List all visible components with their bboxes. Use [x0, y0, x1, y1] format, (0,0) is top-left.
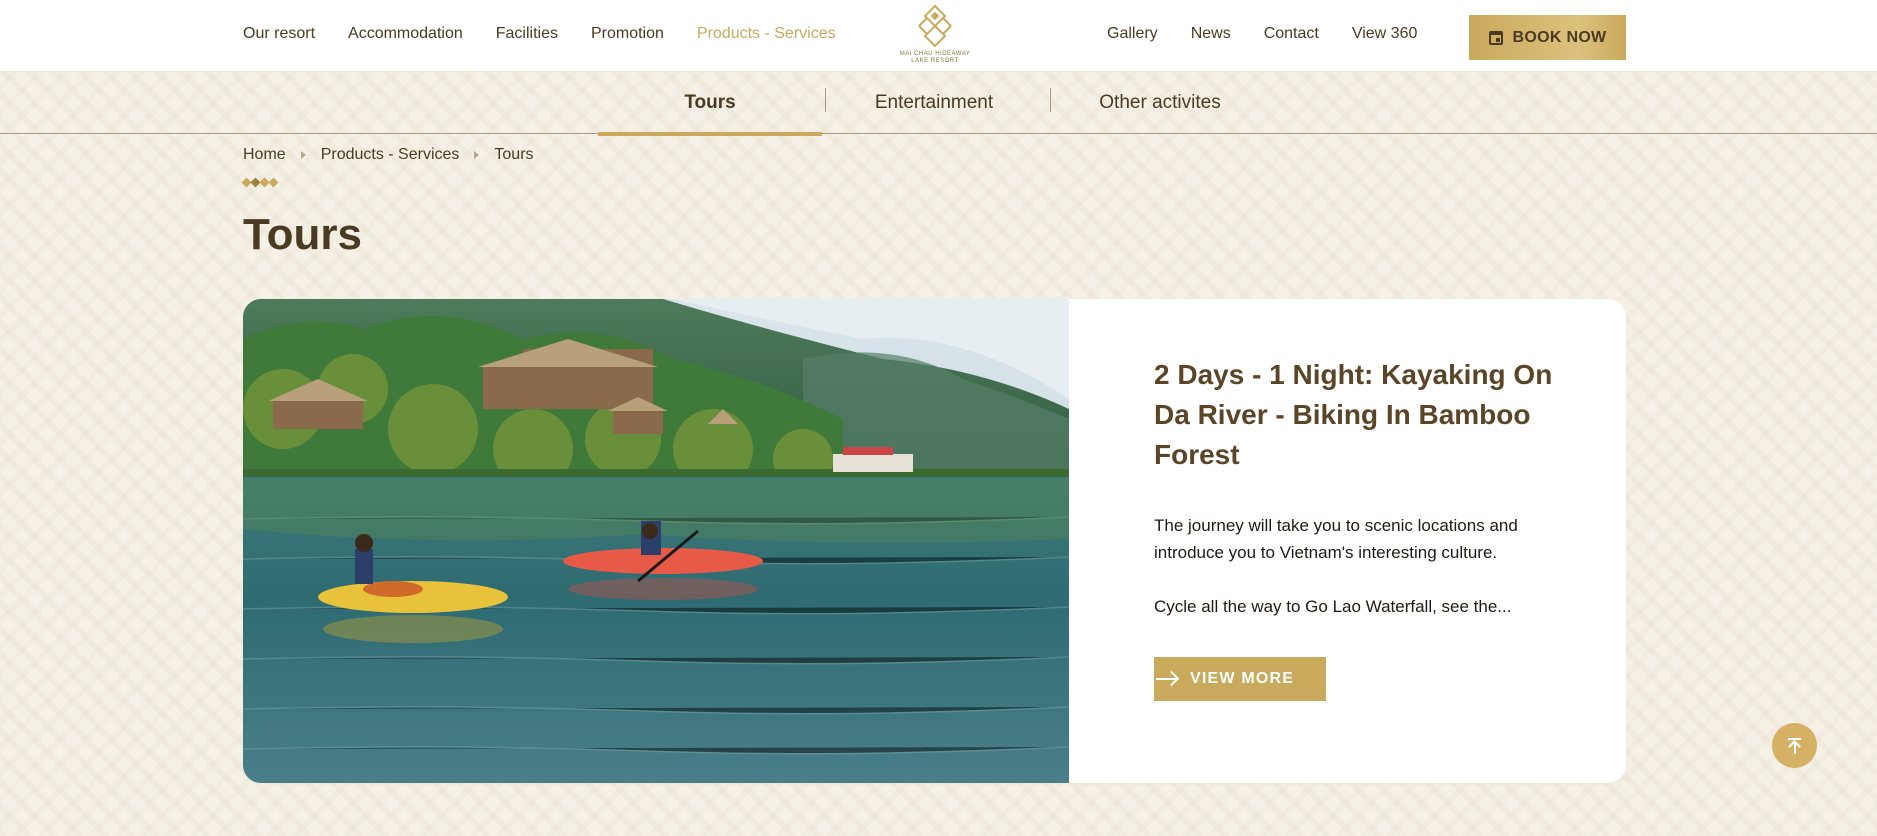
breadcrumb-home[interactable]: Home — [243, 146, 286, 164]
tour-description-more: Cycle all the way to Go Lao Waterfall, s… — [1154, 597, 1512, 616]
logo-line-1: MAI CHAU HIDEAWAY — [899, 51, 971, 57]
logo-text: MAI CHAU HIDEAWAY LAKE RESORT — [900, 51, 971, 65]
tab-other-activities[interactable]: Other activites — [1048, 72, 1272, 134]
view-more-button[interactable]: VIEW MORE — [1154, 657, 1326, 701]
book-now-label: BOOK NOW — [1512, 28, 1607, 46]
main-nav-right: Gallery News Contact View 360 — [1107, 0, 1450, 68]
logo-mark-icon — [918, 4, 952, 48]
breadcrumb-products-services[interactable]: Products - Services — [321, 146, 460, 164]
sub-tabs: Tours Entertainment Other activites — [0, 72, 1877, 136]
decorative-diamonds-icon — [241, 177, 279, 188]
tab-tours[interactable]: Tours — [598, 72, 822, 136]
nav-item-promotion[interactable]: Promotion — [591, 25, 664, 43]
arrow-right-icon — [1154, 671, 1178, 687]
nav-item-products-services[interactable]: Products - Services — [697, 25, 836, 43]
tour-title[interactable]: 2 Days - 1 Night: Kayaking On Da River -… — [1154, 355, 1554, 475]
scroll-to-top-button[interactable] — [1772, 723, 1817, 768]
logo-line-2: LAKE RESORT — [911, 58, 959, 64]
page-title: Tours — [243, 210, 362, 259]
breadcrumb: Home Products - Services Tours — [243, 146, 534, 164]
resort-logo[interactable]: MAI CHAU HIDEAWAY LAKE RESORT — [893, 2, 977, 68]
book-now-button[interactable]: BOOK NOW — [1469, 15, 1626, 60]
calendar-icon — [1488, 30, 1503, 45]
nav-item-news[interactable]: News — [1191, 25, 1231, 43]
arrow-up-head — [1788, 740, 1801, 753]
tour-description: The journey will take you to scenic loca… — [1154, 516, 1518, 562]
nav-item-contact[interactable]: Contact — [1264, 25, 1319, 43]
tour-card: 2 Days - 1 Night: Kayaking On Da River -… — [243, 299, 1626, 783]
breadcrumb-separator-icon — [474, 151, 480, 159]
breadcrumb-tours: Tours — [494, 146, 534, 163]
tab-entertainment[interactable]: Entertainment — [822, 72, 1046, 134]
tour-card-body: 2 Days - 1 Night: Kayaking On Da River -… — [1154, 355, 1554, 701]
main-nav-left: Our resort Accommodation Facilities Prom… — [243, 0, 869, 68]
nav-item-view-360[interactable]: View 360 — [1352, 25, 1418, 43]
kayak-lake-photo — [243, 299, 1069, 783]
nav-item-gallery[interactable]: Gallery — [1107, 25, 1158, 43]
site-header: Our resort Accommodation Facilities Prom… — [0, 0, 1877, 72]
tour-image[interactable] — [243, 299, 1069, 783]
nav-item-accommodation[interactable]: Accommodation — [348, 25, 463, 43]
nav-item-facilities[interactable]: Facilities — [496, 25, 558, 43]
nav-item-our-resort[interactable]: Our resort — [243, 25, 315, 43]
breadcrumb-separator-icon — [300, 151, 306, 159]
view-more-label: VIEW MORE — [1190, 670, 1295, 687]
